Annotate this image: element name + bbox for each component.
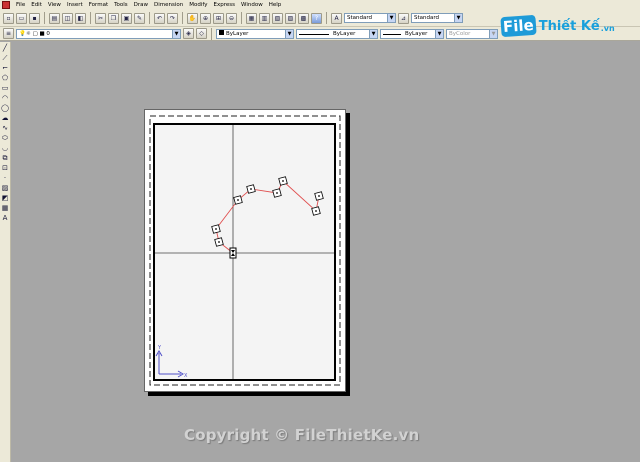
survey-point-dot xyxy=(215,228,217,230)
survey-point-dot xyxy=(315,210,317,212)
survey-point-dot xyxy=(250,188,252,190)
survey-point-dot xyxy=(318,195,320,197)
survey-point-dot xyxy=(276,192,278,194)
survey-point-dot xyxy=(282,180,284,182)
viewport-frame xyxy=(153,123,336,381)
survey-point-dot xyxy=(237,199,239,201)
ucs-x-label: X xyxy=(184,373,188,379)
center-marker xyxy=(229,247,237,259)
copyright-watermark: Copyright © FileThietKe.vn xyxy=(184,426,420,444)
survey-point-dot xyxy=(218,241,220,243)
drawing-canvas[interactable]: Y X xyxy=(0,0,640,462)
